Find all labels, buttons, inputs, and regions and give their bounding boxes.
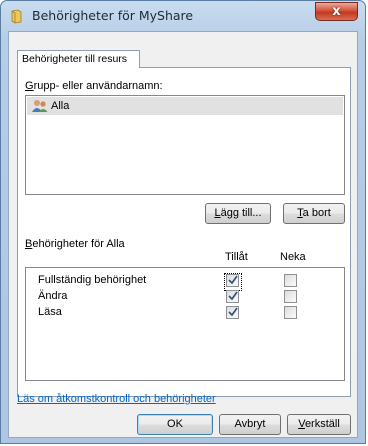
permission-row-modify: Ändra [26,290,344,304]
checkmark-icon [228,275,238,285]
allow-checkbox-read[interactable] [226,306,239,319]
tab-share-permissions[interactable]: Behörigheter till resurs [17,50,140,68]
remove-button[interactable]: Ta bort [283,203,345,224]
allow-column-header: Tillåt [225,251,248,263]
deny-column-header: Neka [280,251,306,263]
cancel-button[interactable]: Avbryt [219,414,281,435]
dialog-window: Behörigheter för MyShare x Behörigheter … [0,0,366,444]
allow-checkbox-full-control[interactable] [226,274,239,287]
add-button[interactable]: Lägg till... [205,203,271,224]
user-name: Alla [51,100,70,112]
window-title: Behörigheter för MyShare [32,8,194,23]
tab-panel: Grupp- eller användarnamn: Alla Lägg til… [17,67,351,397]
close-icon: x [332,4,341,19]
apply-button[interactable]: Verkställ [287,414,351,435]
allow-checkbox-modify[interactable] [226,290,239,303]
users-label: Grupp- eller användarnamn: [25,80,163,92]
title-bar[interactable]: Behörigheter för MyShare x [1,1,365,31]
permissions-label: Behörigheter för Alla [25,238,125,250]
deny-checkbox-modify[interactable] [284,290,297,303]
permission-name: Ändra [38,290,68,302]
help-link[interactable]: Läs om åtkomstkontroll och behörigheter [17,393,216,405]
users-listbox[interactable]: Alla [25,95,345,195]
user-group-icon [32,100,48,112]
permission-name: Läsa [38,306,62,318]
checkmark-icon [228,291,238,301]
dialog-client-area: Behörigheter till resurs Grupp- eller an… [8,31,358,438]
permission-row-read: Läsa [26,306,344,320]
deny-checkbox-read[interactable] [284,306,297,319]
deny-checkbox-full-control[interactable] [284,274,297,287]
close-button[interactable]: x [315,2,358,21]
permission-row-full-control: Fullständig behörighet [26,273,344,291]
ok-button[interactable]: OK [137,414,213,435]
folder-share-icon [11,9,22,24]
permission-name: Fullständig behörighet [38,274,147,286]
list-item[interactable]: Alla [27,97,343,115]
checkmark-icon [228,307,238,317]
permissions-list: Fullständig behörighet Ändra Läsa [25,267,345,381]
